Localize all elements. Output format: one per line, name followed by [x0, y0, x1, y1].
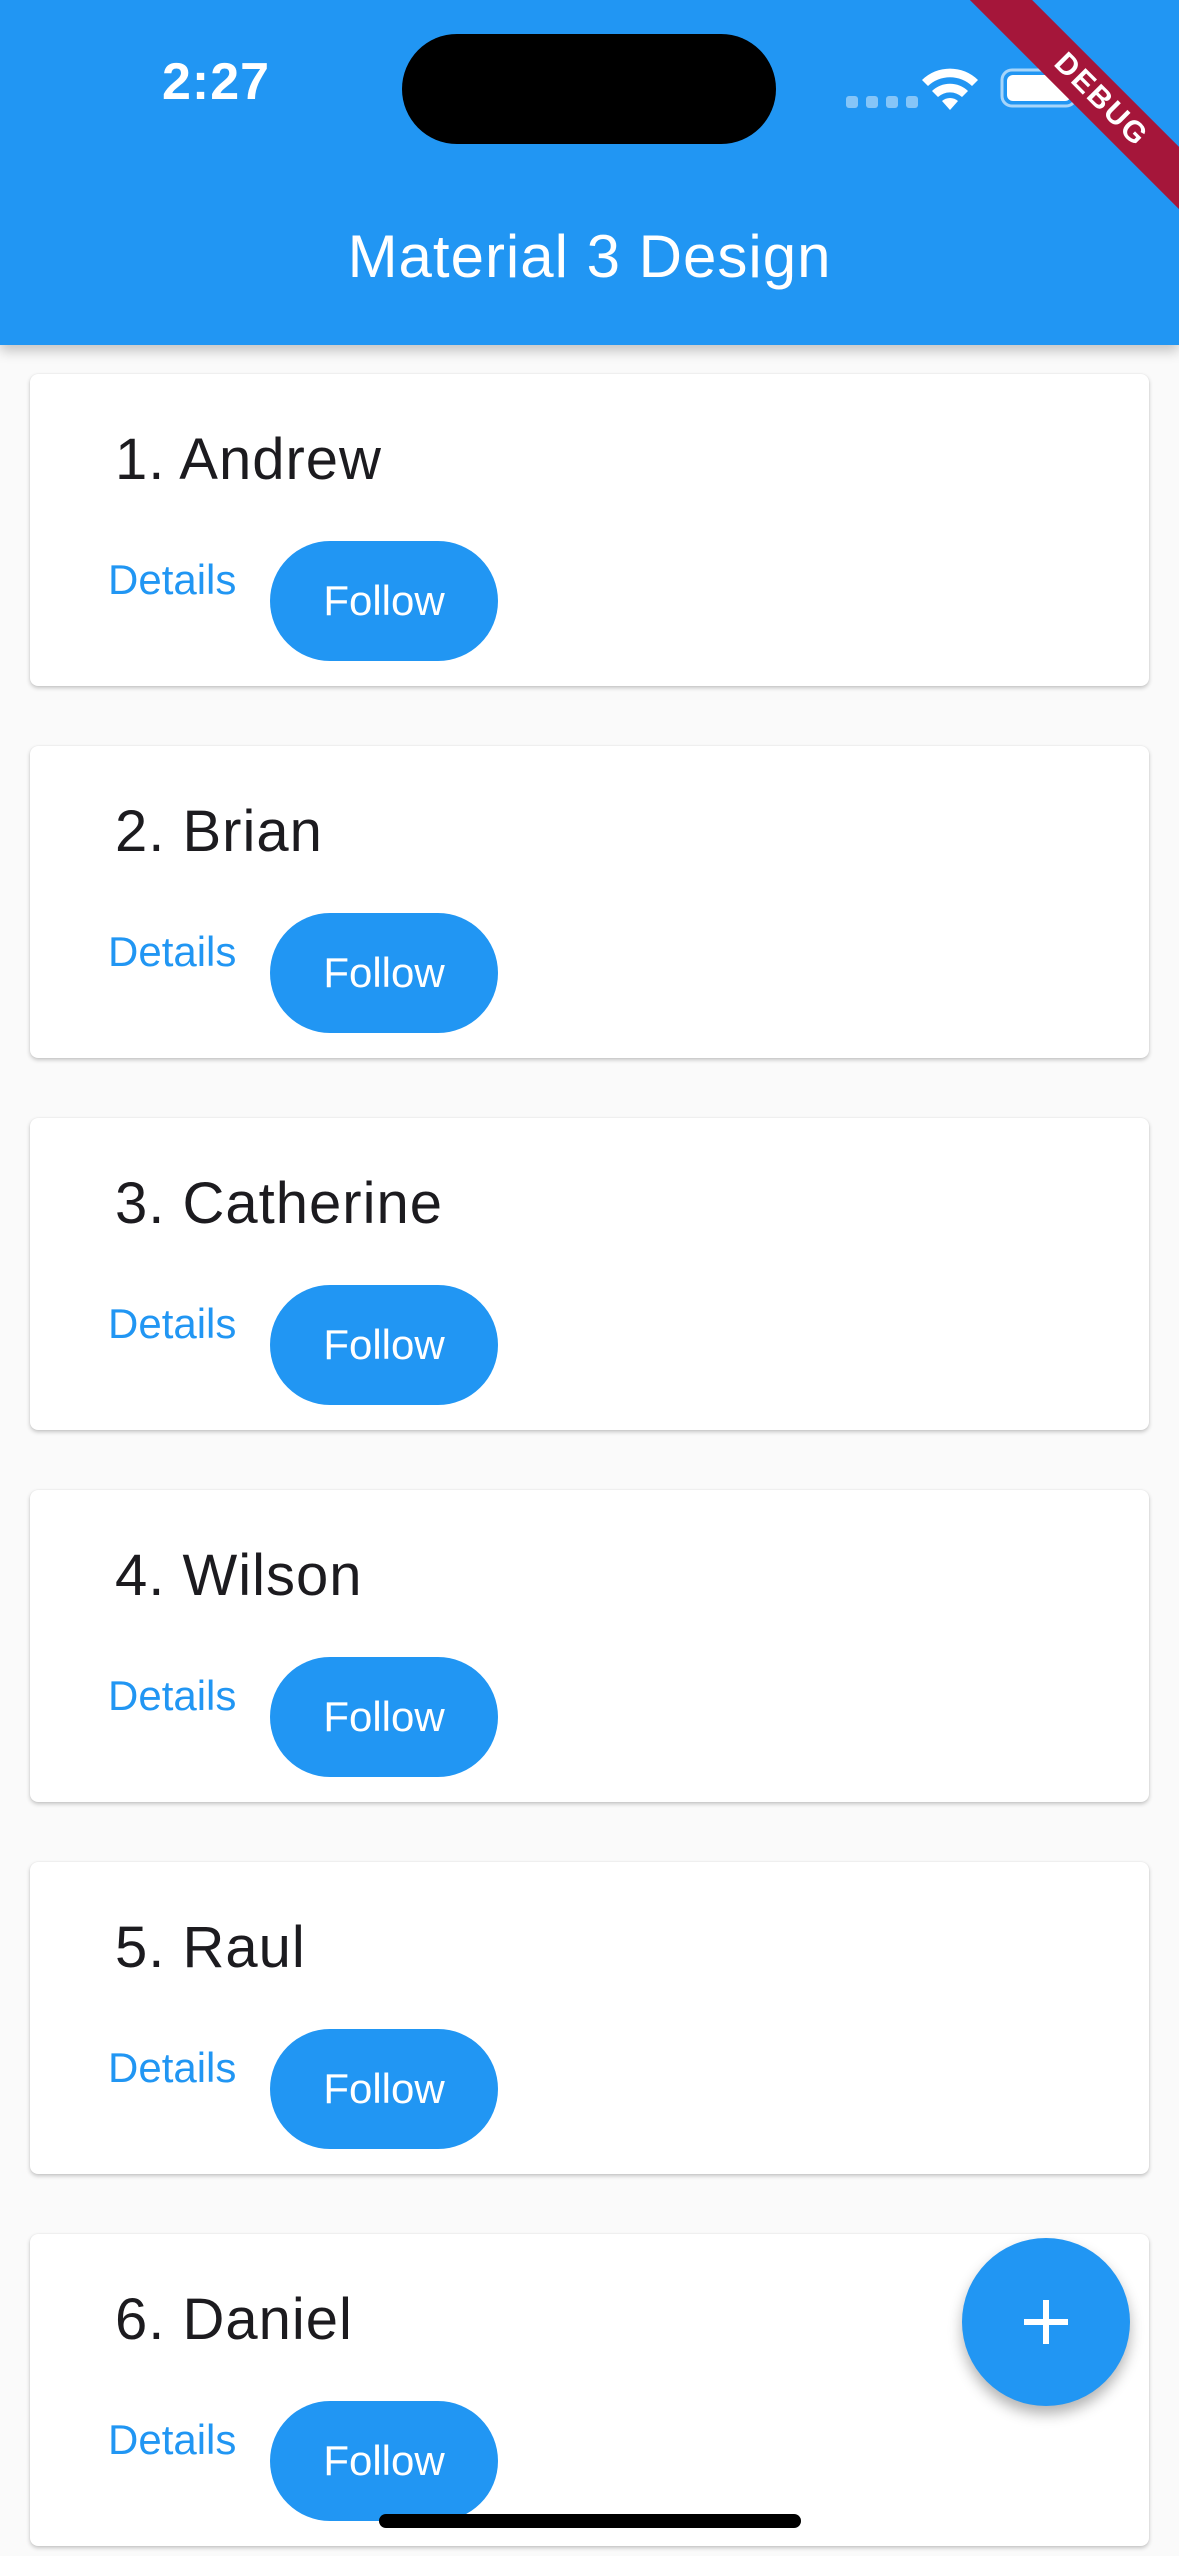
- user-name: 3. Catherine: [115, 1171, 443, 1236]
- plus-icon: [1024, 2300, 1068, 2344]
- status-time: 2:27: [162, 53, 271, 111]
- user-list: 1. Andrew Details Follow 2. Brian Detail…: [0, 0, 1179, 2556]
- follow-button[interactable]: Follow: [270, 913, 498, 1033]
- cellular-signal-icon: [846, 96, 918, 108]
- details-button[interactable]: Details: [104, 1284, 240, 1364]
- add-fab-button[interactable]: [962, 2238, 1130, 2406]
- follow-button[interactable]: Follow: [270, 541, 498, 661]
- home-indicator[interactable]: [379, 2514, 801, 2528]
- list-item: 5. Raul Details Follow: [30, 1862, 1149, 2174]
- dynamic-island: [402, 34, 776, 144]
- page-title: Material 3 Design: [347, 223, 832, 290]
- user-name: 6. Daniel: [115, 2287, 353, 2352]
- list-item: 4. Wilson Details Follow: [30, 1490, 1149, 1802]
- details-button[interactable]: Details: [104, 1656, 240, 1736]
- follow-button[interactable]: Follow: [270, 2029, 498, 2149]
- user-name: 2. Brian: [115, 799, 323, 864]
- app-bar: 2:27 Material 3 Design: [0, 0, 1179, 345]
- list-item: 2. Brian Details Follow: [30, 746, 1149, 1058]
- follow-button[interactable]: Follow: [270, 2401, 498, 2521]
- user-name: 1. Andrew: [115, 427, 382, 492]
- details-button[interactable]: Details: [104, 540, 240, 620]
- details-button[interactable]: Details: [104, 2028, 240, 2108]
- details-button[interactable]: Details: [104, 2400, 240, 2480]
- user-name: 4. Wilson: [115, 1543, 363, 1608]
- follow-button[interactable]: Follow: [270, 1657, 498, 1777]
- screen: 1. Andrew Details Follow 2. Brian Detail…: [0, 0, 1179, 2556]
- follow-button[interactable]: Follow: [270, 1285, 498, 1405]
- list-item: 1. Andrew Details Follow: [30, 374, 1149, 686]
- details-button[interactable]: Details: [104, 912, 240, 992]
- user-name: 5. Raul: [115, 1915, 306, 1980]
- wifi-icon: [922, 68, 978, 110]
- list-item: 3. Catherine Details Follow: [30, 1118, 1149, 1430]
